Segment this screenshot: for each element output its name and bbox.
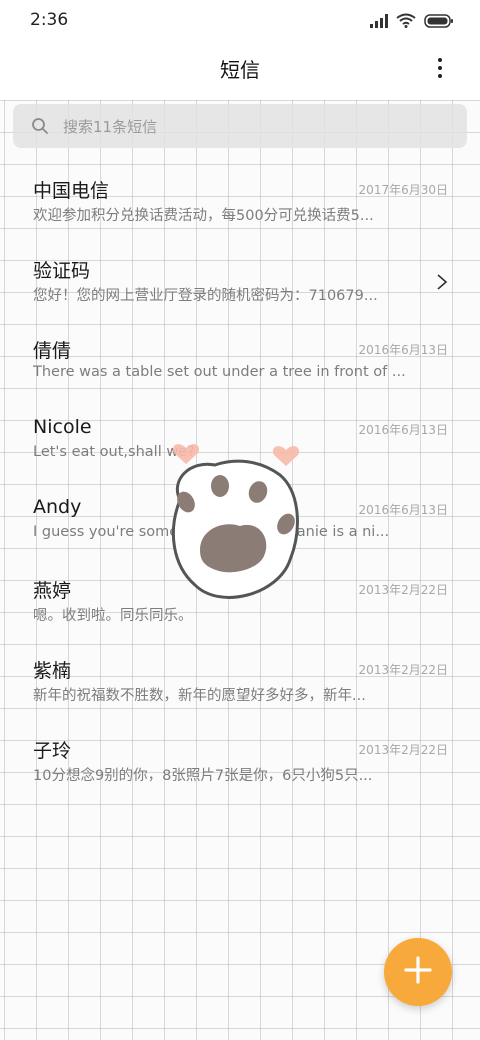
contact-name: Nicole: [33, 416, 92, 438]
wifi-icon: [396, 13, 416, 32]
message-preview: 新年的祝福数不胜数，新年的愿望好多好多，新年...: [33, 688, 366, 704]
search-input[interactable]: 搜索11条短信: [13, 104, 467, 148]
message-date: 2016年6月13日: [358, 503, 448, 517]
page-title: 短信: [220, 58, 260, 82]
list-item[interactable]: Andy 2016年6月13日 I guess you're some luck…: [0, 480, 480, 560]
signal-icon: [370, 13, 388, 32]
message-preview: There was a table set out under a tree i…: [33, 364, 406, 380]
message-preview: Let's eat out,shall we?: [33, 444, 195, 460]
search-icon: [31, 117, 49, 135]
message-date: 2013年2月22日: [358, 663, 448, 677]
status-icons: [370, 12, 454, 32]
search-placeholder: 搜索11条短信: [63, 117, 158, 136]
message-preview: 欢迎参加积分兑换话费活动，每500分可兑换话费5...: [33, 208, 374, 224]
message-date: 2013年2月22日: [358, 583, 448, 597]
message-date: 2016年6月13日: [358, 423, 448, 437]
list-item[interactable]: 中国电信 2017年6月30日 欢迎参加积分兑换话费活动，每500分可兑换话费5…: [0, 160, 480, 240]
list-item[interactable]: 燕婷 2013年2月22日 嗯。收到啦。同乐同乐。: [0, 560, 480, 640]
status-time: 2:36: [30, 10, 69, 30]
message-date: 2016年6月13日: [358, 343, 448, 357]
message-preview: 10分想念9别的你，8张照片7张是你，6只小狗5只...: [33, 768, 373, 784]
contact-name: 紫楠: [33, 660, 72, 682]
contact-name: 燕婷: [33, 580, 72, 602]
message-date: 2013年2月22日: [358, 743, 448, 757]
more-dot: [438, 66, 442, 70]
status-bar: 2:36: [0, 0, 480, 44]
contact-name: Andy: [33, 496, 82, 518]
message-preview: 嗯。收到啦。同乐同乐。: [33, 608, 193, 624]
message-preview: 您好！您的网上营业厅登录的随机密码为：710679...: [33, 288, 378, 304]
list-item[interactable]: 紫楠 2013年2月22日 新年的祝福数不胜数，新年的愿望好多好多，新年...: [0, 640, 480, 720]
more-vertical-icon: [438, 58, 442, 62]
message-list: 中国电信 2017年6月30日 欢迎参加积分兑换话费活动，每500分可兑换话费5…: [0, 160, 480, 800]
chevron-right-icon: [436, 274, 448, 290]
contact-name: 验证码: [33, 260, 91, 282]
message-preview: I guess you're some lucky guy.Stephanie …: [33, 524, 390, 540]
more-options-button[interactable]: [428, 54, 452, 82]
message-date: 2017年6月30日: [358, 183, 448, 197]
list-item[interactable]: 子玲 2013年2月22日 10分想念9别的你，8张照片7张是你，6只小狗5只.…: [0, 720, 480, 800]
contact-name: 倩倩: [33, 340, 72, 362]
battery-icon: [424, 13, 454, 32]
contact-name: 子玲: [33, 740, 72, 762]
list-item[interactable]: Nicole 2016年6月13日 Let's eat out,shall we…: [0, 400, 480, 480]
contact-name: 中国电信: [33, 180, 110, 202]
more-dot: [438, 74, 442, 78]
new-message-button[interactable]: [384, 938, 452, 1006]
list-item[interactable]: 验证码 您好！您的网上营业厅登录的随机密码为：710679...: [0, 240, 480, 320]
app-header: 短信: [0, 44, 480, 100]
list-item[interactable]: 倩倩 2016年6月13日 There was a table set out …: [0, 320, 480, 400]
plus-icon: [403, 955, 433, 989]
